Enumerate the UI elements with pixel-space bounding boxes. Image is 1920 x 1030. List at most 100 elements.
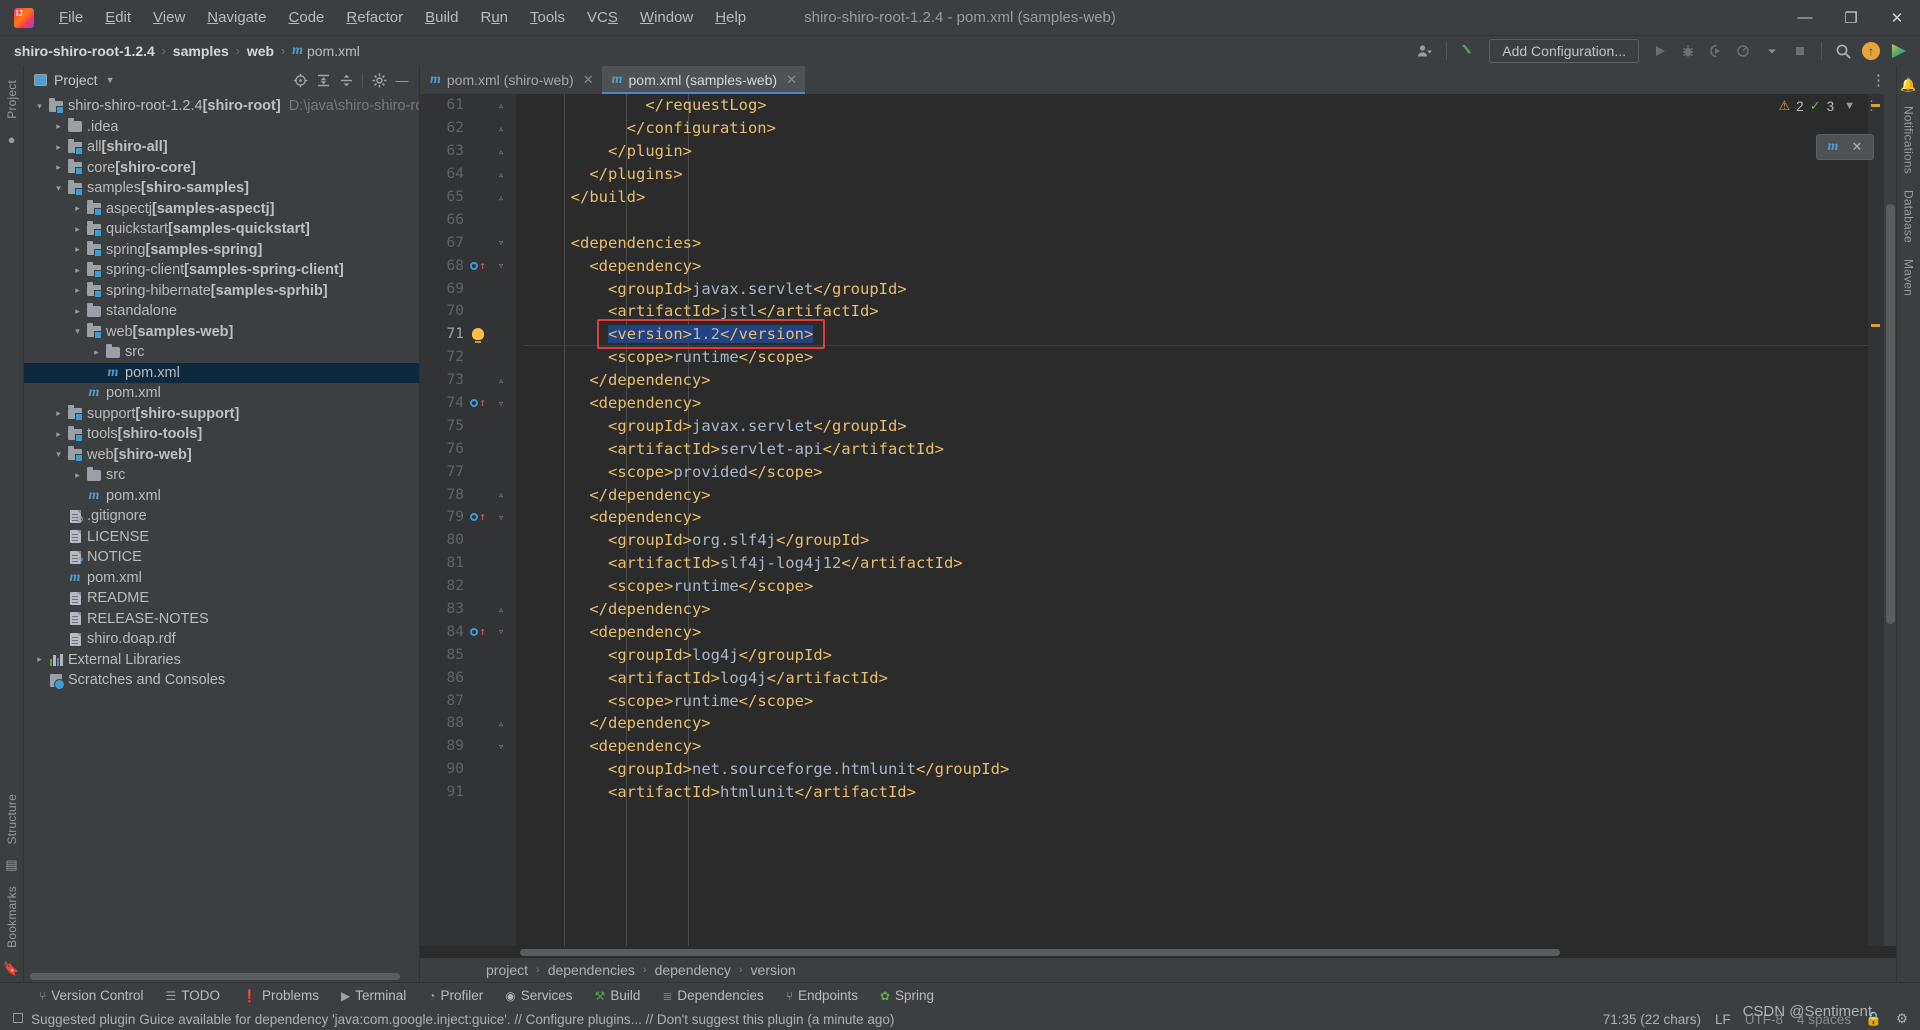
close-icon[interactable]: ✕ <box>1852 139 1863 155</box>
indent-setting[interactable]: 4 spaces <box>1797 1012 1851 1027</box>
editor-vertical-scrollbar[interactable] <box>1884 94 1896 946</box>
breadcrumb-dependencies[interactable]: dependencies <box>548 962 635 978</box>
gutter-line-78[interactable]: 78 ▵ <box>420 483 516 506</box>
menu-vcs[interactable]: VCS <box>576 5 629 30</box>
chevron-right-icon[interactable] <box>51 121 66 132</box>
gutter-line-90[interactable]: 90 <box>420 758 516 781</box>
code-line-73[interactable]: </dependency> <box>524 369 1868 392</box>
chevron-down-icon[interactable]: ▼ <box>106 75 115 85</box>
tree-node-shiro-shiro-root-1-2-4[interactable]: shiro-shiro-root-1.2.4 [shiro-root] D:\ja… <box>24 96 419 117</box>
tree-node-scratches-and-consoles[interactable]: Scratches and Consoles <box>24 670 419 691</box>
tree-node-web[interactable]: web [samples-web] <box>24 322 419 343</box>
fold-start-icon[interactable]: ▿ <box>490 259 512 272</box>
close-button[interactable]: ✕ <box>1874 0 1920 35</box>
tree-node-quickstart[interactable]: quickstart [samples-quickstart] <box>24 219 419 240</box>
menu-help[interactable]: Help <box>704 5 757 30</box>
run-with-coverage-icon[interactable] <box>1703 39 1729 63</box>
editor-tab-samples-web[interactable]: m pom.xml (samples-web) ✕ <box>601 66 806 94</box>
fold-end-icon[interactable]: ▵ <box>490 145 512 158</box>
code-line-75[interactable]: <groupId> javax.servlet </groupId> <box>524 414 1868 437</box>
user-account-icon[interactable] <box>1412 39 1438 63</box>
chevron-right-icon[interactable] <box>70 265 85 276</box>
tree-node-spring[interactable]: spring [samples-spring] <box>24 240 419 261</box>
project-horizontal-scrollbar[interactable] <box>24 970 419 982</box>
run-maven-gutter-icon[interactable]: ↑ <box>466 397 490 408</box>
tree-node-external-libraries[interactable]: External Libraries <box>24 650 419 671</box>
gutter-line-80[interactable]: 80 <box>420 529 516 552</box>
code-line-83[interactable]: </dependency> <box>524 598 1868 621</box>
scrollbar-thumb[interactable] <box>1886 204 1895 624</box>
tree-node-samples[interactable]: samples [shiro-samples] <box>24 178 419 199</box>
fold-start-icon[interactable]: ▿ <box>490 625 512 638</box>
navbar-crumb-web[interactable]: web <box>247 43 274 59</box>
gutter-line-68[interactable]: 68 ↑ ▿ <box>420 254 516 277</box>
chevron-right-icon[interactable] <box>70 224 85 235</box>
gutter-line-73[interactable]: 73 ▵ <box>420 369 516 392</box>
sidebar-item-project[interactable]: Project <box>3 72 21 127</box>
menu-refactor[interactable]: Refactor <box>335 5 414 30</box>
build-hammer-icon[interactable] <box>1455 39 1481 63</box>
navbar-crumb-project[interactable]: shiro-shiro-root-1.2.4 <box>14 43 155 59</box>
gutter-line-88[interactable]: 88 ▵ <box>420 712 516 735</box>
tree-node-license[interactable]: LICENSE <box>24 527 419 548</box>
sidebar-item-database[interactable]: Database <box>1900 182 1918 251</box>
error-stripe-marker-column[interactable] <box>1868 94 1884 946</box>
tree-node-all[interactable]: all [shiro-all] <box>24 137 419 158</box>
tree-node-aspectj[interactable]: aspectj [samples-aspectj] <box>24 199 419 220</box>
gutter-line-70[interactable]: 70 <box>420 300 516 323</box>
run-maven-gutter-icon[interactable]: ↑ <box>466 260 490 271</box>
line-separator[interactable]: LF <box>1715 1012 1731 1027</box>
gutter-line-83[interactable]: 83 ▵ <box>420 598 516 621</box>
chevron-down-icon[interactable]: ▼ <box>1844 100 1855 112</box>
tree-node-support[interactable]: support [shiro-support] <box>24 404 419 425</box>
gutter-line-76[interactable]: 76 <box>420 437 516 460</box>
fold-end-icon[interactable]: ▵ <box>490 191 512 204</box>
tree-node-release-notes[interactable]: RELEASE-NOTES <box>24 609 419 630</box>
gutter-line-89[interactable]: 89 ▿ <box>420 735 516 758</box>
fold-end-icon[interactable]: ▵ <box>490 717 512 730</box>
collapse-all-icon[interactable] <box>335 69 357 91</box>
editor-gutter[interactable]: 61 ▵ 62 ▵ 63 ▵ 64 ▵ 65 ▵ 66 67 ▿ 68 ↑ ▿ 69 70 71 72 73 ▵ 74 ↑ ▿ 7… <box>420 94 516 946</box>
tree-node--idea[interactable]: .idea <box>24 117 419 138</box>
tree-node-standalone[interactable]: standalone <box>24 301 419 322</box>
gutter-line-77[interactable]: 77 <box>420 460 516 483</box>
gutter-line-81[interactable]: 81 <box>420 552 516 575</box>
tree-node-src[interactable]: src <box>24 342 419 363</box>
code-line-89[interactable]: <dependency> <box>524 735 1868 758</box>
gutter-line-72[interactable]: 72 <box>420 346 516 369</box>
search-everywhere-icon[interactable] <box>1830 39 1856 63</box>
code-line-77[interactable]: <scope> provided </scope> <box>524 460 1868 483</box>
chevron-right-icon[interactable] <box>70 203 85 214</box>
tool-window-spring[interactable]: ✿ Spring <box>869 985 945 1006</box>
code-line-79[interactable]: <dependency> <box>524 506 1868 529</box>
code-line-82[interactable]: <scope> runtime </scope> <box>524 575 1868 598</box>
code-line-76[interactable]: <artifactId> servlet-api </artifactId> <box>524 437 1868 460</box>
commit-icon[interactable]: ● <box>8 127 16 152</box>
menu-tools[interactable]: Tools <box>519 5 576 30</box>
code-line-62[interactable]: </configuration> <box>524 117 1868 140</box>
project-tree[interactable]: shiro-shiro-root-1.2.4 [shiro-root] D:\ja… <box>24 94 419 970</box>
code-line-90[interactable]: <groupId> net.sourceforge.htmlunit </group… <box>524 758 1868 781</box>
chevron-right-icon[interactable] <box>32 654 47 665</box>
gutter-line-69[interactable]: 69 <box>420 277 516 300</box>
chevron-down-icon[interactable] <box>32 101 47 112</box>
editor-options-icon[interactable]: ⋮ <box>1861 71 1896 89</box>
tree-node-pom-xml[interactable]: m pom.xml <box>24 486 419 507</box>
gutter-line-62[interactable]: 62 ▵ <box>420 117 516 140</box>
code-line-80[interactable]: <groupId> org.slf4j </groupId> <box>524 529 1868 552</box>
add-configuration-button[interactable]: Add Configuration... <box>1489 39 1639 63</box>
chevron-right-icon[interactable] <box>70 470 85 481</box>
code-line-65[interactable]: </build> <box>524 186 1868 209</box>
fold-start-icon[interactable]: ▿ <box>490 740 512 753</box>
chevron-down-icon[interactable] <box>51 449 66 460</box>
code-line-78[interactable]: </dependency> <box>524 483 1868 506</box>
tree-node-tools[interactable]: tools [shiro-tools] <box>24 424 419 445</box>
update-available-icon[interactable]: ↑ <box>1858 39 1884 63</box>
gutter-line-75[interactable]: 75 <box>420 414 516 437</box>
gutter-line-61[interactable]: 61 ▵ <box>420 94 516 117</box>
code-line-71[interactable]: <version>1.2</version> <box>524 323 1868 346</box>
code-content[interactable]: </requestLog> </configuration> </plugin>… <box>516 94 1868 946</box>
sidebar-item-notifications[interactable]: Notifications <box>1900 98 1918 182</box>
code-line-68[interactable]: <dependency> <box>524 254 1868 277</box>
notifications-bell-icon[interactable]: 🔔 <box>1900 72 1916 98</box>
